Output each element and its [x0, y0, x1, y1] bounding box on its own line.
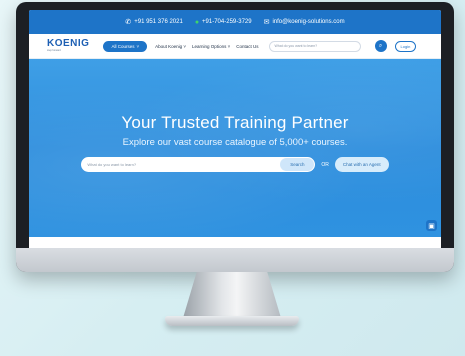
- monitor: ✆ +91 951 376 2021 ● +91-704-259-3729 ✉ …: [16, 2, 454, 272]
- hero-search-button[interactable]: Search: [280, 158, 315, 171]
- menu-item-contact[interactable]: Contact Us: [236, 44, 258, 49]
- monitor-chin: [16, 248, 454, 272]
- hero-banner: Your Trusted Training Partner Explore ou…: [29, 59, 441, 237]
- menu-item-label: Learning Options: [192, 43, 227, 49]
- email-link[interactable]: ✉ info@koenig-solutions.com: [264, 19, 345, 26]
- chevron-down-icon: ˅: [183, 43, 187, 49]
- chevron-down-icon: ˅: [227, 43, 231, 49]
- chat-icon: ▣: [428, 222, 435, 230]
- all-courses-button[interactable]: All Courses ˅: [103, 40, 148, 52]
- logo-text: KOENIG: [47, 38, 90, 50]
- hero-search-input[interactable]: What do you want to learn? Search: [81, 157, 316, 172]
- nav-search-input[interactable]: What do you want to learn?: [268, 40, 361, 52]
- hero-title: Your Trusted Training Partner: [121, 113, 349, 132]
- search-icon: ⌕: [378, 42, 383, 49]
- logo[interactable]: KOENIG step forward: [47, 39, 89, 53]
- phone-icon: ✆: [125, 18, 132, 26]
- all-courses-label: All Courses: [111, 43, 135, 49]
- nav-search-button[interactable]: ⌕: [374, 40, 387, 52]
- screen: ✆ +91 951 376 2021 ● +91-704-259-3729 ✉ …: [29, 10, 441, 250]
- menu-item-label: Contact Us: [236, 43, 259, 49]
- nav-menu: About Koenig ˅ Learning Options ˅ Contac…: [155, 44, 258, 49]
- contact-bar: ✆ +91 951 376 2021 ● +91-704-259-3729 ✉ …: [29, 10, 441, 34]
- chevron-down-icon: ˅: [136, 43, 140, 49]
- monitor-base: [165, 316, 299, 326]
- menu-item-learning-options[interactable]: Learning Options ˅: [192, 44, 230, 49]
- hero-search-row: What do you want to learn? Search OR Cha…: [81, 157, 389, 172]
- whatsapp-number: +91-704-259-3729: [202, 19, 252, 25]
- whatsapp-link[interactable]: ● +91-704-259-3729: [195, 19, 252, 26]
- menu-item-label: About Koenig: [155, 43, 183, 49]
- monitor-stand: [183, 272, 281, 318]
- hero-subtitle: Explore our vast course catalogue of 5,0…: [122, 137, 348, 148]
- menu-item-about[interactable]: About Koenig ˅: [155, 44, 186, 49]
- main-nav: KOENIG step forward All Courses ˅ About …: [29, 34, 441, 59]
- whatsapp-icon: ●: [194, 18, 200, 26]
- phone-number: +91 951 376 2021: [134, 19, 183, 25]
- email-address: info@koenig-solutions.com: [272, 19, 345, 25]
- hero-search-placeholder: What do you want to learn?: [87, 162, 137, 167]
- chat-agent-button[interactable]: Chat with an Agent: [334, 157, 389, 172]
- login-button[interactable]: Login: [394, 40, 417, 52]
- chat-widget-button[interactable]: ▣: [426, 220, 437, 231]
- or-separator: OR: [321, 161, 329, 168]
- mail-icon: ✉: [263, 18, 270, 26]
- phone-link[interactable]: ✆ +91 951 376 2021: [125, 19, 182, 26]
- logo-tagline: step forward: [47, 49, 61, 53]
